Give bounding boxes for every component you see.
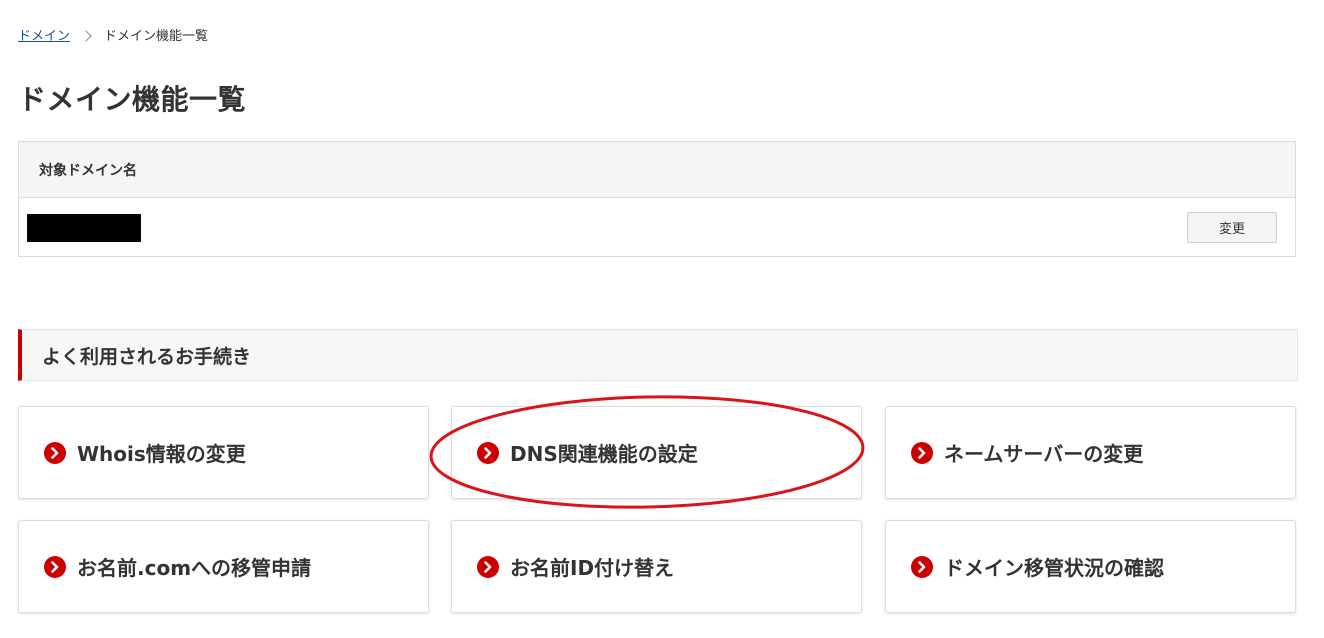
chevron-right-icon [44,441,66,464]
card-label: DNS関連機能の設定 [510,442,698,466]
breadcrumb-link-domain[interactable]: ドメイン [18,25,70,44]
redacted-domain-name [27,214,141,242]
card-dns-settings[interactable]: DNS関連機能の設定 [451,406,862,499]
breadcrumb-current: ドメイン機能一覧 [104,28,209,44]
chevron-right-icon [477,555,499,578]
target-domain-row: 変更 [19,198,1295,258]
section-header-frequent-procedures: よく利用されるお手続き [18,329,1298,381]
chevron-right-icon [477,441,499,464]
card-label: お名前.comへの移管申請 [77,556,312,580]
breadcrumb: ドメイン ドメイン機能一覧 [18,24,208,44]
chevron-right-icon [44,555,66,578]
card-nameserver-change[interactable]: ネームサーバーの変更 [885,406,1296,499]
card-transfer-application[interactable]: お名前.comへの移管申請 [18,520,429,613]
target-domain-table: 対象ドメイン名 変更 [18,141,1296,257]
card-label: お名前ID付け替え [510,556,675,580]
chevron-right-icon [80,29,92,42]
card-whois-change[interactable]: Whois情報の変更 [18,406,429,499]
page-title: ドメイン機能一覧 [18,83,247,116]
chevron-right-icon [911,555,933,578]
page: ドメイン ドメイン機能一覧 ドメイン機能一覧 対象ドメイン名 変更 よく利用され… [0,0,1324,638]
card-label: ドメイン移管状況の確認 [944,556,1164,580]
target-domain-header: 対象ドメイン名 [19,142,1295,198]
chevron-right-icon [911,441,933,464]
change-domain-button[interactable]: 変更 [1187,212,1277,243]
card-transfer-status[interactable]: ドメイン移管状況の確認 [885,520,1296,613]
card-label: Whois情報の変更 [77,442,246,466]
card-label: ネームサーバーの変更 [944,442,1144,466]
card-id-reassign[interactable]: お名前ID付け替え [451,520,862,613]
